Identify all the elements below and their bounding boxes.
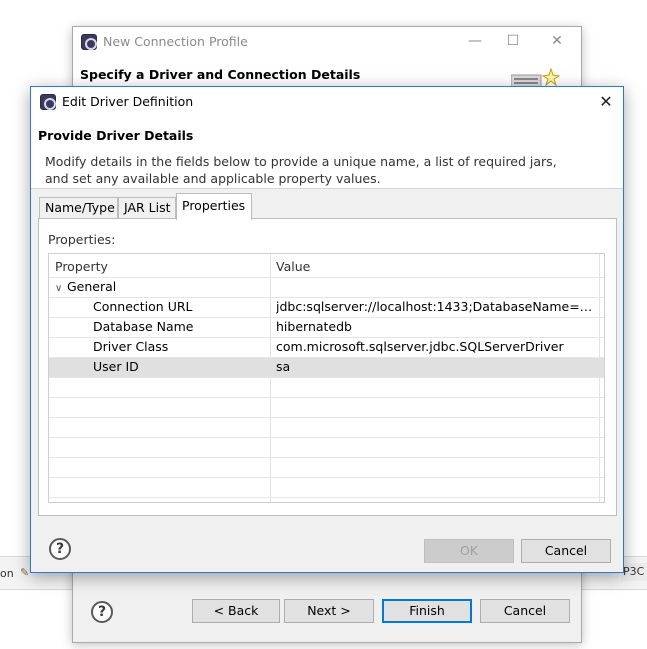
app-icon [81, 34, 97, 50]
property-value[interactable]: sa [276, 359, 598, 374]
property-name: Connection URL [93, 299, 193, 314]
group-row-general[interactable]: ∨ General [49, 278, 604, 298]
property-name: Driver Class [93, 339, 169, 354]
property-value[interactable]: com.microsoft.sqlserver.jdbc.SQLServerDr… [276, 339, 598, 354]
table-row-selected[interactable]: User ID sa [49, 358, 604, 378]
pencil-icon: ✎ [20, 566, 30, 579]
front-dialog-header-title: Provide Driver Details [38, 128, 194, 143]
table-row[interactable]: Connection URL jdbc:sqlserver://localhos… [49, 298, 604, 318]
table-row[interactable]: Driver Class com.microsoft.sqlserver.jdb… [49, 338, 604, 358]
property-name: User ID [93, 359, 139, 374]
help-icon[interactable]: ? [49, 538, 71, 560]
front-dialog-header: Provide Driver Details Modify details in… [31, 117, 623, 189]
empty-row [49, 378, 604, 398]
close-icon[interactable]: ✕ [595, 91, 617, 113]
maximize-icon[interactable]: ☐ [503, 31, 523, 51]
empty-row [49, 478, 604, 498]
back-dialog-titlebar: New Connection Profile — ☐ ✕ [73, 27, 581, 57]
front-dialog-description: Modify details in the fields below to pr… [45, 153, 585, 187]
tab-properties[interactable]: Properties [176, 193, 252, 220]
edit-driver-definition-dialog: Edit Driver Definition ✕ Provide Driver … [30, 86, 624, 573]
description-line-1: Modify details in the fields below to pr… [45, 154, 557, 169]
back-dialog-title: New Connection Profile [103, 34, 248, 49]
tab-name-type[interactable]: Name/Type [39, 197, 118, 219]
empty-row [49, 398, 604, 418]
properties-table[interactable]: Property Value ∨ General Connection URL j… [48, 253, 605, 503]
description-line-2: and set any available and applicable pro… [45, 171, 381, 186]
ide-status-left-text: on [0, 567, 14, 580]
group-name: General [67, 279, 117, 294]
next-button[interactable]: Next > [284, 599, 374, 623]
finish-button[interactable]: Finish [382, 599, 472, 623]
app-icon [40, 94, 56, 110]
property-name: Database Name [93, 319, 194, 334]
table-header-row: Property Value [49, 254, 604, 278]
property-value[interactable]: jdbc:sqlserver://localhost:1433;Database… [276, 299, 598, 314]
help-icon[interactable]: ? [91, 601, 113, 623]
back-button[interactable]: < Back [192, 599, 280, 623]
chevron-down-icon[interactable]: ∨ [55, 283, 67, 294]
group-label: ∨ General [55, 279, 116, 294]
ok-button[interactable]: OK [424, 539, 514, 563]
front-dialog-footer: ? OK Cancel [31, 523, 623, 573]
front-dialog-titlebar: Edit Driver Definition ✕ [31, 87, 623, 117]
properties-label: Properties: [48, 232, 116, 247]
property-value[interactable]: hibernatedb [276, 319, 598, 334]
back-cancel-button[interactable]: Cancel [480, 599, 570, 623]
column-header-value[interactable]: Value [276, 259, 310, 274]
back-dialog-header-title: Specify a Driver and Connection Details [80, 67, 361, 82]
ide-status-right-text: P3C [621, 563, 647, 581]
tab-jar-list[interactable]: JAR List [118, 197, 176, 219]
cancel-button[interactable]: Cancel [521, 539, 611, 563]
column-header-property[interactable]: Property [55, 259, 108, 274]
front-dialog-title: Edit Driver Definition [62, 94, 194, 109]
minimize-icon[interactable]: — [465, 31, 485, 51]
table-row[interactable]: Database Name hibernatedb [49, 318, 604, 338]
close-icon[interactable]: ✕ [547, 31, 567, 51]
empty-row [49, 438, 604, 458]
properties-tab-panel: Properties: Property Value ∨ General Conn… [38, 218, 617, 516]
empty-row [49, 418, 604, 438]
empty-row [49, 458, 604, 478]
